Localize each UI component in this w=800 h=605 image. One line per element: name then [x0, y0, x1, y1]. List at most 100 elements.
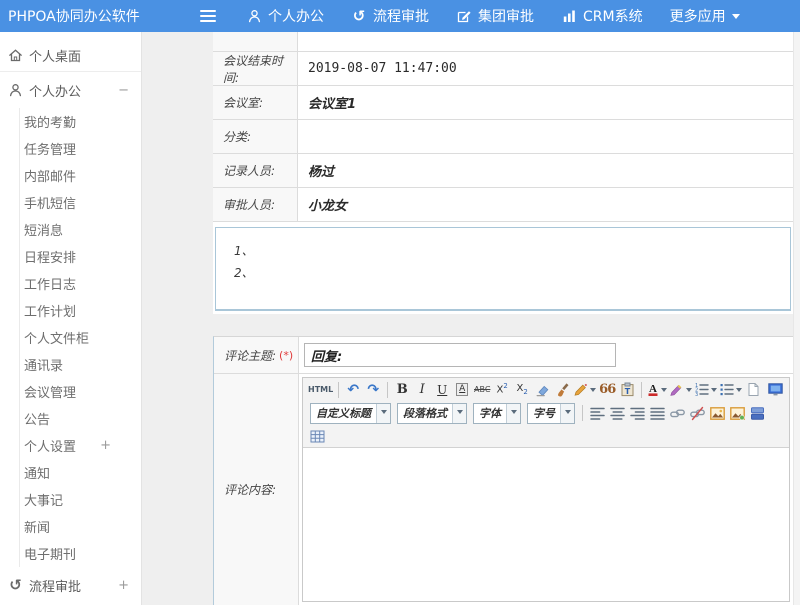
undo-button[interactable]: ↶ [344, 381, 362, 399]
unordered-list-button[interactable] [719, 381, 742, 399]
field-label: 分类: [223, 128, 251, 145]
expand-toggle-icon[interactable]: + [118, 578, 129, 593]
nav-crm-system[interactable]: CRM系统 [561, 6, 643, 26]
expand-toggle-icon[interactable]: + [100, 438, 111, 453]
sidebar-item-label: 内部邮件 [24, 166, 129, 185]
insert-table-button[interactable] [308, 427, 326, 445]
sidebar-item-手机短信[interactable]: 手机短信 [20, 189, 141, 216]
sidebar-item-label: 短消息 [24, 220, 129, 239]
sidebar-item-工作计划[interactable]: 工作计划 [20, 297, 141, 324]
form-row: 会议结束时间:2019-08-07 11:47:00 [213, 52, 793, 86]
upload-image-button[interactable] [728, 404, 746, 422]
remove-link-button[interactable] [688, 404, 706, 422]
align-left-icon [590, 406, 605, 421]
insert-link-button[interactable] [668, 404, 686, 422]
sidebar-item-内部邮件[interactable]: 内部邮件 [20, 162, 141, 189]
bold-button[interactable]: B [393, 381, 411, 399]
sidebar-item-会议管理[interactable]: 会议管理 [20, 378, 141, 405]
editor-content-area[interactable] [303, 447, 789, 601]
remove-format-button[interactable] [533, 381, 551, 399]
italic-button[interactable]: I [413, 381, 431, 399]
sidebar-item-电子期刊[interactable]: 电子期刊 [20, 540, 141, 567]
format-brush-button[interactable] [553, 381, 571, 399]
field-value: 杨过 [308, 161, 334, 180]
bold-icon: B [397, 383, 408, 396]
font-size-select[interactable]: 字号 [527, 403, 575, 424]
dropdown-caret-icon [736, 388, 742, 395]
font-style-icon: A [456, 383, 468, 396]
sidebar-item-流程审批[interactable]: ↺流程审批+ [0, 567, 141, 603]
sidebar-item-任务管理[interactable]: 任务管理 [20, 135, 141, 162]
ordered-list-button[interactable]: 123 [694, 381, 717, 399]
sidebar-item-工作日志[interactable]: 工作日志 [20, 270, 141, 297]
align-center-button[interactable] [608, 404, 626, 422]
font-color-button[interactable]: A [647, 381, 667, 399]
toolbar-separator [387, 382, 388, 398]
rich-text-editor: HTML↶↷BIUAABCX2X266TA123 自定义标题段落格式字体字号 [302, 377, 790, 602]
html-source-button[interactable]: HTML [308, 381, 333, 399]
sidebar-item-label: 公告 [24, 409, 129, 428]
paste-plain-text-button[interactable]: T [618, 381, 636, 399]
sidebar-item-label: 通讯录 [24, 355, 129, 374]
vertical-scrollbar[interactable] [793, 32, 800, 605]
nav-workflow-approval[interactable]: ↺流程审批 [351, 6, 429, 26]
form-row-value [298, 120, 793, 153]
top-navbar: PHPOA协同办公软件 个人办公↺流程审批集团审批CRM系统更多应用 [0, 0, 800, 32]
sidebar-item-通知[interactable]: 通知 [20, 459, 141, 486]
align-justify-button[interactable] [648, 404, 666, 422]
fullscreen-icon [768, 382, 783, 397]
font-color-icon: A [647, 382, 659, 397]
paragraph-format-select[interactable]: 段落格式 [397, 403, 467, 424]
sidebar-submenu: 我的考勤任务管理内部邮件手机短信短消息日程安排工作日志工作计划个人文件柜通讯录会… [19, 108, 141, 567]
sidebar-item-我的考勤[interactable]: 我的考勤 [20, 108, 141, 135]
underline-button[interactable]: U [433, 381, 451, 399]
highlight-color-button[interactable] [669, 381, 692, 399]
comment-subject-label: 评论主题: [224, 347, 276, 364]
sidebar-item-个人桌面[interactable]: 个人桌面 [0, 40, 141, 72]
align-right-button[interactable] [628, 404, 646, 422]
nav-item-label: 更多应用 [670, 6, 726, 26]
form-row: 分类: [213, 120, 793, 154]
caret-down-icon [732, 14, 740, 23]
editor-toolbar-row2: 自定义标题段落格式字体字号 [303, 401, 789, 425]
nav-personal-office[interactable]: 个人办公 [246, 6, 324, 26]
subscript-button[interactable]: X2 [513, 381, 531, 399]
sidebar-item-个人设置[interactable]: 个人设置+ [20, 432, 141, 459]
italic-icon: I [420, 383, 425, 396]
chevron-down-icon [560, 404, 574, 423]
sidebar-item-新闻[interactable]: 新闻 [20, 513, 141, 540]
blockquote-button[interactable]: 66 [598, 381, 616, 399]
fullscreen-button[interactable] [766, 381, 784, 399]
highlight-color-icon [669, 382, 684, 397]
quick-format-icon [573, 382, 588, 397]
strikethrough-button[interactable]: ABC [473, 381, 491, 399]
sidebar-item-大事记[interactable]: 大事记 [20, 486, 141, 513]
align-left-button[interactable] [588, 404, 606, 422]
superscript-button[interactable]: X2 [493, 381, 511, 399]
redo-button[interactable]: ↷ [364, 381, 382, 399]
content-line: 1、 [234, 240, 790, 262]
expand-toggle-icon[interactable]: − [118, 83, 129, 98]
sidebar-item-日程安排[interactable]: 日程安排 [20, 243, 141, 270]
field-label: 会议室: [223, 94, 263, 111]
toolbar-separator [582, 405, 583, 421]
sidebar-item-个人文件柜[interactable]: 个人文件柜 [20, 324, 141, 351]
remove-link-icon [690, 406, 705, 421]
sidebar-item-个人办公[interactable]: 个人办公− [0, 72, 141, 108]
menu-icon[interactable] [200, 10, 216, 22]
custom-heading-select[interactable]: 自定义标题 [310, 403, 391, 424]
sidebar-item-公告[interactable]: 公告 [20, 405, 141, 432]
font-style-button[interactable]: A [453, 381, 471, 399]
sidebar-item-通讯录[interactable]: 通讯录 [20, 351, 141, 378]
nav-more-apps[interactable]: 更多应用 [670, 6, 740, 26]
insert-image-button[interactable] [708, 404, 726, 422]
new-document-button[interactable] [744, 381, 762, 399]
sidebar-item-短消息[interactable]: 短消息 [20, 216, 141, 243]
quick-format-button[interactable] [573, 381, 596, 399]
sidebar-item-label: 流程审批 [29, 576, 118, 595]
insert-media-button[interactable] [748, 404, 766, 422]
select-label: 字号 [528, 404, 560, 423]
comment-subject-input[interactable] [304, 343, 616, 367]
font-family-select[interactable]: 字体 [473, 403, 521, 424]
nav-group-approval[interactable]: 集团审批 [456, 6, 534, 26]
